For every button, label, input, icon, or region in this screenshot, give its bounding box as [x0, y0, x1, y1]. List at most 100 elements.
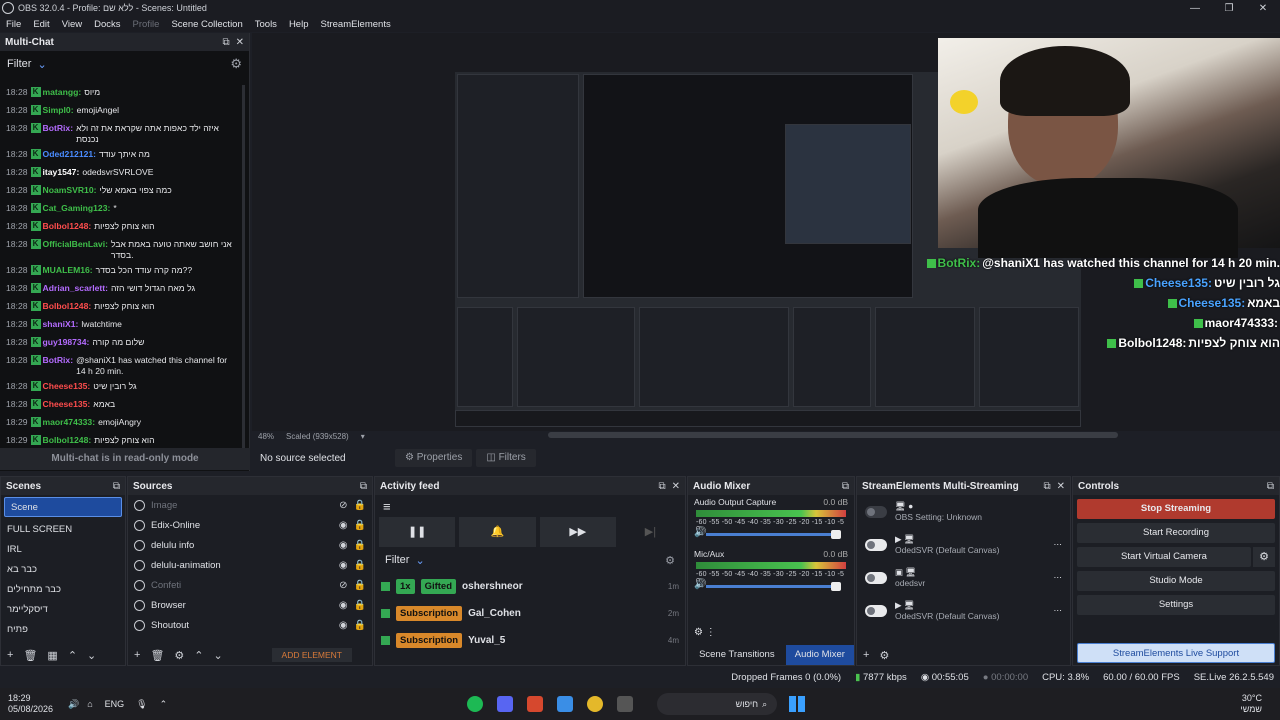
eye-icon[interactable]: ◉: [339, 620, 348, 631]
eye-icon[interactable]: ◉: [339, 540, 348, 551]
source-item[interactable]: Browser ◉ 🔒: [128, 595, 372, 615]
chat-username[interactable]: shaniX1:: [43, 319, 79, 330]
window-icon[interactable]: [617, 696, 634, 712]
menu-edit[interactable]: Edit: [27, 19, 55, 30]
gear-icon[interactable]: ⚙: [879, 649, 889, 662]
windows-start-icon[interactable]: [789, 696, 806, 712]
undock-icon[interactable]: ⧉: [1043, 481, 1050, 492]
lock-icon[interactable]: 🔒: [354, 580, 366, 591]
source-item[interactable]: Image ⊘ 🔒: [128, 495, 372, 515]
lock-icon[interactable]: 🔒: [354, 520, 366, 531]
mic-icon[interactable]: 🎙: [136, 699, 147, 710]
undock-icon[interactable]: ⧉: [1267, 481, 1274, 492]
scene-item[interactable]: פתיח: [1, 619, 125, 639]
close-dock-icon[interactable]: ✕: [672, 481, 680, 492]
scene-item[interactable]: כבר בא: [1, 559, 125, 579]
chat-scrollbar[interactable]: [242, 85, 245, 465]
filter-label[interactable]: Filter: [7, 58, 31, 70]
destination-toggle[interactable]: [865, 505, 887, 518]
scene-item[interactable]: Scene: [4, 497, 122, 517]
source-item[interactable]: Shoutout ◉ 🔒: [128, 615, 372, 635]
scene-item[interactable]: FULL SCREEN: [1, 519, 125, 539]
slider-knob[interactable]: [831, 530, 841, 539]
search-box[interactable]: חיפוש ⌕: [657, 693, 778, 715]
source-item[interactable]: delulu-animation ◉ 🔒: [128, 555, 372, 575]
activity-row[interactable]: 1x Gifted oshershneor 1m: [375, 573, 685, 600]
up-icon[interactable]: ⌃: [68, 649, 77, 662]
network-icon[interactable]: ⌂: [87, 699, 92, 709]
app-icon[interactable]: [527, 696, 544, 712]
chat-username[interactable]: Simpl0:: [43, 105, 74, 116]
discord-icon[interactable]: [497, 696, 514, 712]
speaker-icon[interactable]: 🔊: [694, 579, 706, 590]
chat-username[interactable]: Bolbol1248:: [43, 221, 92, 232]
chat-username[interactable]: Cheese135:: [43, 399, 91, 410]
menu-help[interactable]: Help: [283, 19, 315, 30]
add-icon[interactable]: +: [7, 649, 13, 661]
down-icon[interactable]: ⌄: [87, 649, 96, 662]
more-icon[interactable]: ⋯: [1054, 539, 1063, 550]
clock[interactable]: 18:29 05/08/2026: [8, 693, 53, 715]
eye-hidden-icon[interactable]: ⊘: [339, 580, 347, 591]
start-recording-button[interactable]: Start Recording: [1077, 523, 1275, 543]
eye-hidden-icon[interactable]: ⊘: [339, 500, 347, 511]
source-item[interactable]: delulu info ◉ 🔒: [128, 535, 372, 555]
multichat-filter[interactable]: Filter ⌄ ⚙: [0, 51, 249, 77]
chat-username[interactable]: NoamSVR10:: [43, 185, 97, 196]
lock-icon[interactable]: 🔒: [354, 500, 366, 511]
filter-icon[interactable]: ▦: [47, 649, 57, 662]
activity-row[interactable]: Subscription Yuval_5 4m: [375, 627, 685, 654]
studio-mode-button[interactable]: Studio Mode: [1077, 571, 1275, 591]
bell-icon[interactable]: 🔔: [459, 517, 536, 547]
properties-button[interactable]: ⚙ Properties: [395, 449, 473, 467]
start-virtual-camera-button[interactable]: Start Virtual Camera: [1077, 547, 1251, 567]
lock-icon[interactable]: 🔒: [354, 600, 366, 611]
chat-username[interactable]: Oded212121:: [43, 149, 97, 160]
eye-icon[interactable]: ◉: [339, 520, 348, 531]
chevron-down-icon[interactable]: ⌄: [415, 554, 424, 567]
menu-view[interactable]: View: [56, 19, 88, 30]
slider-knob[interactable]: [831, 582, 841, 591]
skip-icon[interactable]: ▶|: [620, 517, 681, 547]
menu-tools[interactable]: Tools: [249, 19, 283, 30]
add-element-button[interactable]: ADD ELEMENT: [271, 648, 352, 662]
filters-button[interactable]: ◫ Filters: [476, 449, 536, 467]
tab-audio-mixer[interactable]: Audio Mixer: [785, 645, 854, 665]
trash-icon[interactable]: 🗑: [150, 649, 164, 662]
add-icon[interactable]: +: [863, 649, 869, 661]
settings-button[interactable]: Settings: [1077, 595, 1275, 615]
close-dock-icon[interactable]: ✕: [1057, 481, 1065, 492]
activity-filter[interactable]: Filter ⌄ ⚙: [375, 547, 685, 573]
undock-icon[interactable]: ⧉: [113, 481, 120, 492]
preview-scrollbar[interactable]: [548, 432, 1118, 438]
up-icon[interactable]: ⌃: [194, 649, 203, 662]
destination-toggle[interactable]: [865, 571, 887, 584]
maximize-icon[interactable]: ❐: [1212, 3, 1246, 14]
chat-username[interactable]: Cat_Gaming123:: [43, 203, 111, 214]
chat-username[interactable]: MUALEM16:: [43, 265, 93, 276]
chat-username[interactable]: Adrian_scarlett:: [43, 283, 108, 294]
add-icon[interactable]: +: [134, 649, 140, 661]
chevron-up-icon[interactable]: ⌃: [160, 699, 168, 710]
chrome-icon[interactable]: [587, 696, 604, 712]
menu-file[interactable]: File: [0, 19, 27, 30]
destination-toggle[interactable]: [865, 604, 887, 617]
undock-icon[interactable]: ⧉: [360, 481, 367, 492]
zoom-level[interactable]: 48%: [258, 432, 274, 441]
source-item[interactable]: Edix-Online ◉ 🔒: [128, 515, 372, 535]
chat-username[interactable]: Cheese135:: [43, 381, 91, 392]
chat-username[interactable]: itay1547:: [43, 167, 80, 178]
scene-item[interactable]: דיסקליימר: [1, 599, 125, 619]
tab-scene-transitions[interactable]: Scene Transitions: [688, 645, 786, 665]
notepad-icon[interactable]: [557, 696, 574, 712]
more-icon[interactable]: ⋯: [1054, 572, 1063, 583]
destination-toggle[interactable]: [865, 538, 887, 551]
fast-forward-icon[interactable]: ▶▶: [539, 517, 616, 547]
spotify-icon[interactable]: [467, 696, 484, 712]
undock-icon[interactable]: ⧉: [222, 37, 229, 48]
chat-username[interactable]: BotRix:: [43, 123, 74, 134]
scale-dropdown-icon[interactable]: ▾: [361, 432, 365, 441]
language[interactable]: ENG: [105, 699, 125, 709]
chat-username[interactable]: matangg:: [43, 87, 82, 98]
chat-username[interactable]: OfficialBenLavi:: [43, 239, 108, 250]
